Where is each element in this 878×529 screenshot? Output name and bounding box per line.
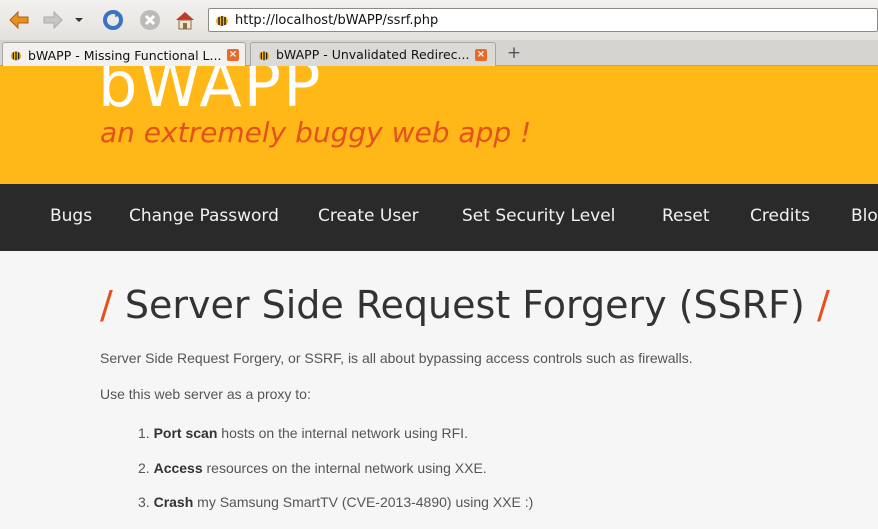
back-arrow-icon	[9, 10, 29, 30]
tab-label: bWAPP - Unvalidated Redirec...	[276, 47, 470, 62]
list-number: 1.	[138, 425, 150, 441]
main-content: / Server Side Request Forgery (SSRF) / S…	[0, 251, 878, 529]
title-slash-right: /	[816, 283, 830, 327]
page-title: / Server Side Request Forgery (SSRF) /	[100, 283, 830, 327]
tab-label: bWAPP - Missing Functional L...	[28, 47, 222, 63]
url-text: http://localhost/bWAPP/ssrf.php	[235, 12, 439, 28]
site-tagline: an extremely buggy web app !	[100, 116, 532, 149]
menu-item-blog[interactable]: Blo	[851, 206, 878, 226]
menu-item-credits[interactable]: Credits	[750, 206, 810, 226]
menu-item-create-user[interactable]: Create User	[318, 206, 419, 226]
forward-button[interactable]	[40, 7, 66, 33]
list-text: my Samsung SmartTV (CVE-2013-4890) using…	[193, 494, 534, 510]
history-dropdown-button[interactable]	[72, 7, 86, 33]
tab-missing-functional[interactable]: bWAPP - Missing Functional L... ×	[2, 42, 246, 67]
new-tab-button[interactable]: +	[505, 45, 523, 63]
menu-item-bugs[interactable]: Bugs	[50, 206, 92, 226]
home-icon	[176, 12, 194, 30]
back-button[interactable]	[6, 7, 32, 33]
list-item: 3. Crash my Samsung SmartTV (CVE-2013-48…	[138, 494, 533, 510]
list-number: 3.	[138, 494, 150, 510]
bee-favicon-icon	[216, 16, 228, 26]
menu-item-set-security-level[interactable]: Set Security Level	[462, 206, 615, 226]
chevron-down-icon	[75, 18, 83, 22]
close-tab-icon[interactable]: ×	[475, 48, 487, 61]
page-title-text: Server Side Request Forgery (SSRF)	[124, 283, 805, 327]
list-text: resources on the internal network using …	[202, 460, 487, 476]
list-bold: Access	[153, 460, 203, 476]
intro-paragraph: Server Side Request Forgery, or SSRF, is…	[100, 350, 693, 366]
list-bold: Crash	[153, 494, 194, 510]
forward-arrow-icon	[43, 10, 63, 30]
close-tab-icon[interactable]: ×	[227, 49, 239, 61]
bee-favicon-icon	[10, 51, 22, 61]
list-item: 1. Port scan hosts on the internal netwo…	[138, 425, 468, 441]
list-item: 2. Access resources on the internal netw…	[138, 460, 487, 476]
reload-icon	[103, 10, 123, 30]
url-bar[interactable]: http://localhost/bWAPP/ssrf.php	[208, 8, 878, 32]
browser-toolbar: http://localhost/bWAPP/ssrf.php	[0, 0, 878, 40]
site-logo: bWAPP	[98, 66, 323, 121]
proxy-paragraph: Use this web server as a proxy to:	[100, 386, 311, 402]
site-header: bWAPP an extremely buggy web app !	[0, 66, 878, 184]
list-number: 2.	[138, 460, 150, 476]
stop-button[interactable]	[137, 7, 163, 33]
bee-favicon-icon	[258, 51, 270, 60]
menu-item-change-password[interactable]: Change Password	[129, 206, 279, 226]
list-bold: Port scan	[153, 425, 218, 441]
menu-item-reset[interactable]: Reset	[662, 206, 710, 226]
reload-button[interactable]	[100, 7, 126, 33]
stop-icon	[140, 10, 160, 30]
home-button[interactable]	[172, 7, 198, 33]
title-slash-left: /	[100, 283, 113, 327]
tab-strip: bWAPP - Missing Functional L... × bWAPP …	[0, 40, 878, 67]
main-menu: Bugs Change Password Create User Set Sec…	[0, 184, 878, 251]
tab-unvalidated-redirects[interactable]: bWAPP - Unvalidated Redirec... ×	[250, 42, 496, 66]
list-text: hosts on the internal network using RFI.	[217, 425, 468, 441]
